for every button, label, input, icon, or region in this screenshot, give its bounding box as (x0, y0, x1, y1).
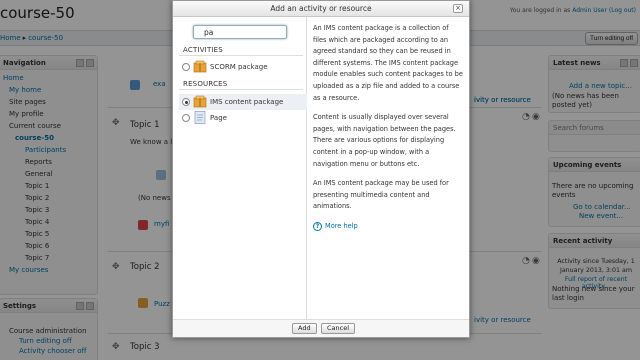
ims-content-package-radio[interactable] (182, 98, 190, 106)
description-paragraph: Content is usually displayed over severa… (313, 113, 456, 168)
activity-chooser-dialog: Add an activity or resource × ACTIVITIES… (172, 0, 470, 338)
dialog-header: Add an activity or resource × (173, 1, 469, 17)
activities-category-label: ACTIVITIES (183, 46, 223, 54)
description-paragraph: An IMS content package may be used for p… (313, 179, 449, 211)
add-button[interactable]: Add (292, 323, 317, 334)
scorm-package-label: SCORM package (210, 63, 268, 71)
scorm-package-radio[interactable] (182, 63, 190, 71)
search-input[interactable] (193, 25, 287, 39)
description-paragraph: An IMS content package is a collection o… (313, 24, 463, 102)
more-help-link[interactable]: ? More help (313, 221, 463, 233)
dialog-footer: Add Cancel (173, 319, 469, 337)
close-icon[interactable]: × (453, 4, 463, 13)
resources-category-label: RESOURCES (183, 80, 228, 88)
category-divider (179, 55, 303, 56)
options-pane: ACTIVITIES SCORM package RESOURCES IMS c… (173, 17, 307, 321)
scorm-package-icon (193, 60, 207, 73)
help-icon: ? (313, 222, 322, 232)
option-scorm-package[interactable]: SCORM package (179, 59, 307, 75)
page-label: Page (210, 114, 227, 122)
option-ims-content-package[interactable]: IMS content package (179, 94, 307, 110)
dialog-title: Add an activity or resource (270, 4, 372, 13)
description-pane: An IMS content package is a collection o… (313, 23, 463, 319)
category-divider (179, 89, 303, 90)
page-icon (194, 111, 206, 124)
ims-content-package-label: IMS content package (210, 98, 284, 106)
cancel-button[interactable]: Cancel (321, 323, 356, 334)
page-radio[interactable] (182, 114, 190, 122)
ims-package-icon (193, 95, 207, 108)
more-help-label: More help (325, 221, 358, 230)
option-page[interactable]: Page (179, 110, 307, 126)
